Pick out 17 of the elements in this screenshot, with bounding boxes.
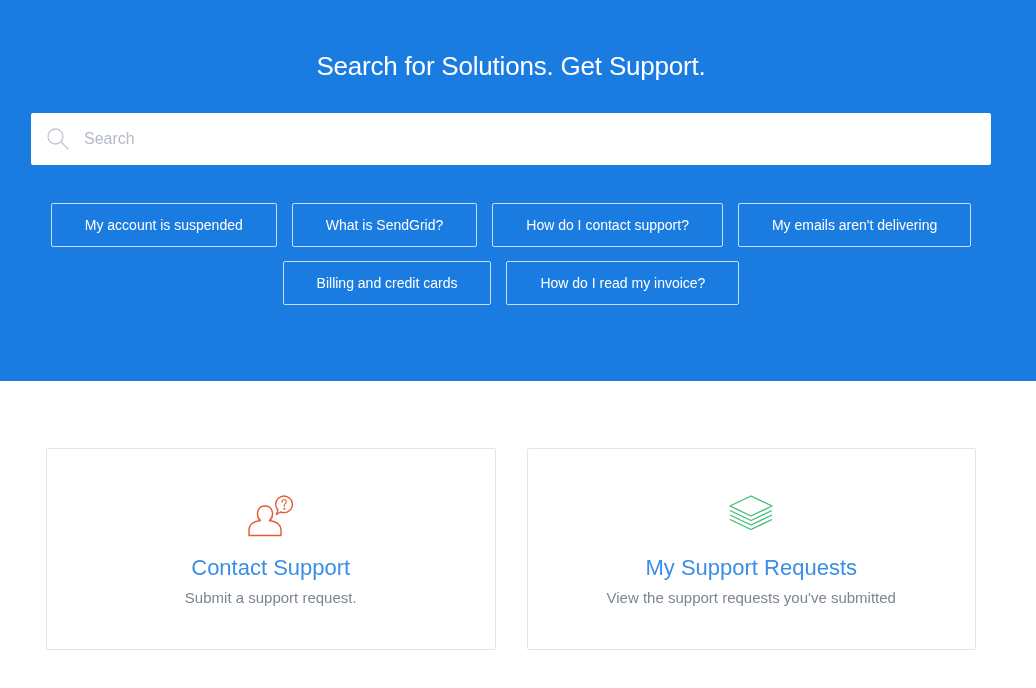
layers-icon — [729, 495, 774, 531]
card-title: Contact Support — [191, 554, 351, 582]
quick-link-button[interactable]: Billing and credit cards — [282, 261, 492, 305]
quick-link-button[interactable]: How do I contact support? — [492, 203, 723, 247]
support-card[interactable]: My Support Requests View the support requests you've submitted — [526, 448, 976, 650]
search-field[interactable]: Search — [31, 113, 991, 165]
search-icon — [47, 128, 69, 150]
quick-link-button[interactable]: How do I read my invoice? — [506, 261, 740, 305]
card-description: View the support requests you've submitted — [606, 588, 896, 608]
hero-title: Search for Solutions. Get Support. — [316, 50, 706, 83]
quick-link-button[interactable]: What is SendGrid? — [291, 203, 478, 247]
quick-link-button[interactable]: My account is suspended — [50, 203, 277, 247]
person-question-icon — [247, 495, 294, 537]
support-card[interactable]: Contact Support Submit a support request. — [46, 448, 496, 650]
quick-link-button[interactable]: My emails aren't delivering — [737, 203, 972, 247]
card-description: Submit a support request. — [184, 588, 357, 608]
card-title: My Support Requests — [645, 554, 857, 582]
